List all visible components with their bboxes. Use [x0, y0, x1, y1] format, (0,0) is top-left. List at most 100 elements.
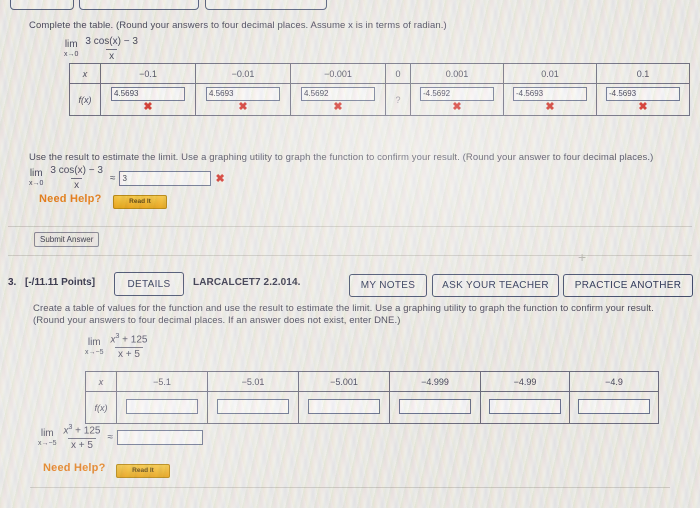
limit-approach-label: x→0 — [64, 51, 79, 58]
limit-denominator: x — [106, 48, 118, 63]
x-header-5: −4.9 — [569, 371, 659, 392]
estimate-approach-label: x→0 — [29, 180, 44, 187]
incorrect-icon-4: ✖ — [452, 101, 462, 113]
estimate-denominator: x — [71, 177, 83, 192]
row-label-x: x — [69, 63, 101, 84]
x-header-0: −5.1 — [116, 371, 208, 392]
answer-numerator-rest: + 125 — [72, 425, 101, 437]
top-partial-button-2[interactable] — [79, 0, 199, 10]
fx-input-3[interactable] — [399, 399, 471, 414]
fx-cell-3: ? — [385, 83, 411, 116]
fx-input-5[interactable] — [578, 399, 650, 414]
x-header-4: −4.99 — [480, 371, 570, 392]
answer-denominator: x + 5 — [68, 437, 96, 452]
estimate-numerator: 3 cos(x) − 3 — [50, 165, 103, 176]
divider-above-submit — [8, 226, 692, 227]
fx-cell-0 — [116, 391, 208, 424]
limit-lim-label: lim — [64, 39, 78, 50]
x-header-2: −0.001 — [290, 63, 386, 84]
fx-input-0[interactable] — [126, 399, 198, 414]
divider-bottom — [30, 487, 670, 488]
fx-input-2[interactable]: 4.5692 — [301, 87, 375, 101]
fx-input-1[interactable]: 4.5693 — [206, 87, 280, 101]
table-row-x: x −5.1 −5.01 −5.001 −4.999 −4.99 −4.9 — [85, 371, 659, 392]
plus-marker-icon: + — [578, 249, 587, 265]
top-cutoff-buttons — [0, 0, 700, 10]
problem3-code: LARCALCET7 2.2.014. — [193, 277, 301, 288]
fx-cell-5 — [569, 391, 659, 424]
fx-cell-0: 4.5693 ✖ — [100, 83, 196, 116]
problem3-read-it-button[interactable]: Read It — [116, 464, 170, 478]
problem2-prompt: Complete the table. (Round your answers … — [29, 20, 447, 31]
problem3-answer-expression: lim x→−5 x3 + 125 x + 5 ≈ — [38, 424, 203, 451]
limit-numerator: 3 cos(x) − 3 — [85, 36, 138, 47]
problem3-lim-label: lim — [87, 336, 101, 348]
row-label-fx: f(x) — [69, 83, 101, 116]
answer-approach-label: x→−5 — [38, 439, 57, 447]
numerator-rest: + 125 — [119, 334, 148, 346]
estimate-lim-label: lim — [29, 168, 43, 179]
fx-cell-3 — [389, 391, 481, 424]
problem2-need-help-label: Need Help? — [39, 193, 102, 205]
top-partial-button-1[interactable] — [10, 0, 74, 10]
x-header-6: 0.1 — [596, 63, 690, 84]
fx-input-1[interactable] — [217, 399, 289, 414]
problem2-estimate-prompt: Use the result to estimate the limit. Us… — [29, 152, 654, 163]
x-header-3: 0 — [385, 63, 411, 84]
row-label-x: x — [85, 371, 117, 392]
table-row-fx: f(x) — [85, 391, 659, 424]
answer-numerator: x3 + 125 — [60, 424, 103, 438]
fx-cell-1 — [207, 391, 299, 424]
x-header-5: 0.01 — [503, 63, 597, 84]
x-header-1: −0.01 — [195, 63, 291, 84]
problem2-values-table: x −0.1 −0.01 −0.001 0 0.001 0.01 0.1 f(x… — [69, 63, 690, 116]
ask-your-teacher-button[interactable]: ASK YOUR TEACHER — [432, 274, 559, 297]
practice-another-button[interactable]: PRACTICE ANOTHER — [563, 274, 693, 297]
fx-cell-1: 4.5693 ✖ — [195, 83, 291, 116]
incorrect-icon-5: ✖ — [545, 101, 555, 113]
problem3-answer-input[interactable] — [116, 430, 203, 446]
answer-lim-label: lim — [40, 427, 54, 439]
incorrect-icon-estimate: ✖ — [215, 172, 225, 185]
submit-answer-button[interactable]: Submit Answer — [34, 232, 100, 247]
fx-input-2[interactable] — [308, 399, 380, 414]
problem3-approx-symbol: ≈ — [107, 432, 113, 444]
top-partial-button-3[interactable] — [205, 0, 327, 10]
problem3-values-table: x −5.1 −5.01 −5.001 −4.999 −4.99 −4.9 f(… — [85, 371, 659, 424]
divider-below-submit — [8, 255, 692, 256]
problem3-numerator: x3 + 125 — [107, 333, 150, 347]
my-notes-button[interactable]: MY NOTES — [349, 274, 427, 297]
fx-cell-4: -4.5692 ✖ — [410, 83, 504, 116]
fx-input-5[interactable]: -4.5693 — [513, 87, 587, 101]
problem3-denominator: x + 5 — [115, 346, 143, 361]
problem3-need-help-label: Need Help? — [43, 462, 106, 474]
problem3-approach-label: x→−5 — [85, 348, 104, 356]
problem2-limit-expression: lim x→0 3 cos(x) − 3 x — [64, 36, 141, 62]
incorrect-icon-6: ✖ — [638, 101, 648, 113]
fx-question-mark: ? — [395, 94, 401, 105]
problem3-prompt-line1: Create a table of values for the functio… — [33, 303, 654, 314]
approx-symbol: ≈ — [109, 172, 116, 184]
fx-cell-5: -4.5693 ✖ — [503, 83, 597, 116]
estimate-answer-input[interactable]: 3 — [119, 170, 212, 186]
problem3-points: [-/11.11 Points] — [25, 277, 96, 288]
problem3-limit-expression: lim x→−5 x3 + 125 x + 5 — [85, 333, 150, 360]
fx-cell-2 — [298, 391, 390, 424]
problem2-read-it-button[interactable]: Read It — [113, 195, 167, 209]
details-button[interactable]: DETAILS — [114, 272, 184, 296]
fx-input-4[interactable]: -4.5692 — [420, 87, 494, 101]
x-header-0: −0.1 — [100, 63, 196, 84]
assignment-page: Complete the table. (Round your answers … — [0, 0, 700, 508]
fx-cell-4 — [480, 391, 570, 424]
fx-input-6[interactable]: -4.5693 — [606, 87, 680, 101]
fx-input-4[interactable] — [489, 399, 561, 414]
table-row-fx: f(x) 4.5693 ✖ 4.5693 ✖ 4.5692 ✖ ? -4.569… — [69, 83, 690, 116]
problem3-number: 3. — [8, 277, 17, 288]
problem3-prompt-line2: (Round your answers to four decimal plac… — [33, 315, 401, 326]
incorrect-icon-2: ✖ — [333, 101, 343, 113]
x-header-2: −5.001 — [298, 371, 390, 392]
x-header-1: −5.01 — [207, 371, 299, 392]
row-label-fx: f(x) — [85, 391, 117, 424]
fx-cell-6: -4.5693 ✖ — [596, 83, 690, 116]
fx-input-0[interactable]: 4.5693 — [111, 87, 185, 101]
